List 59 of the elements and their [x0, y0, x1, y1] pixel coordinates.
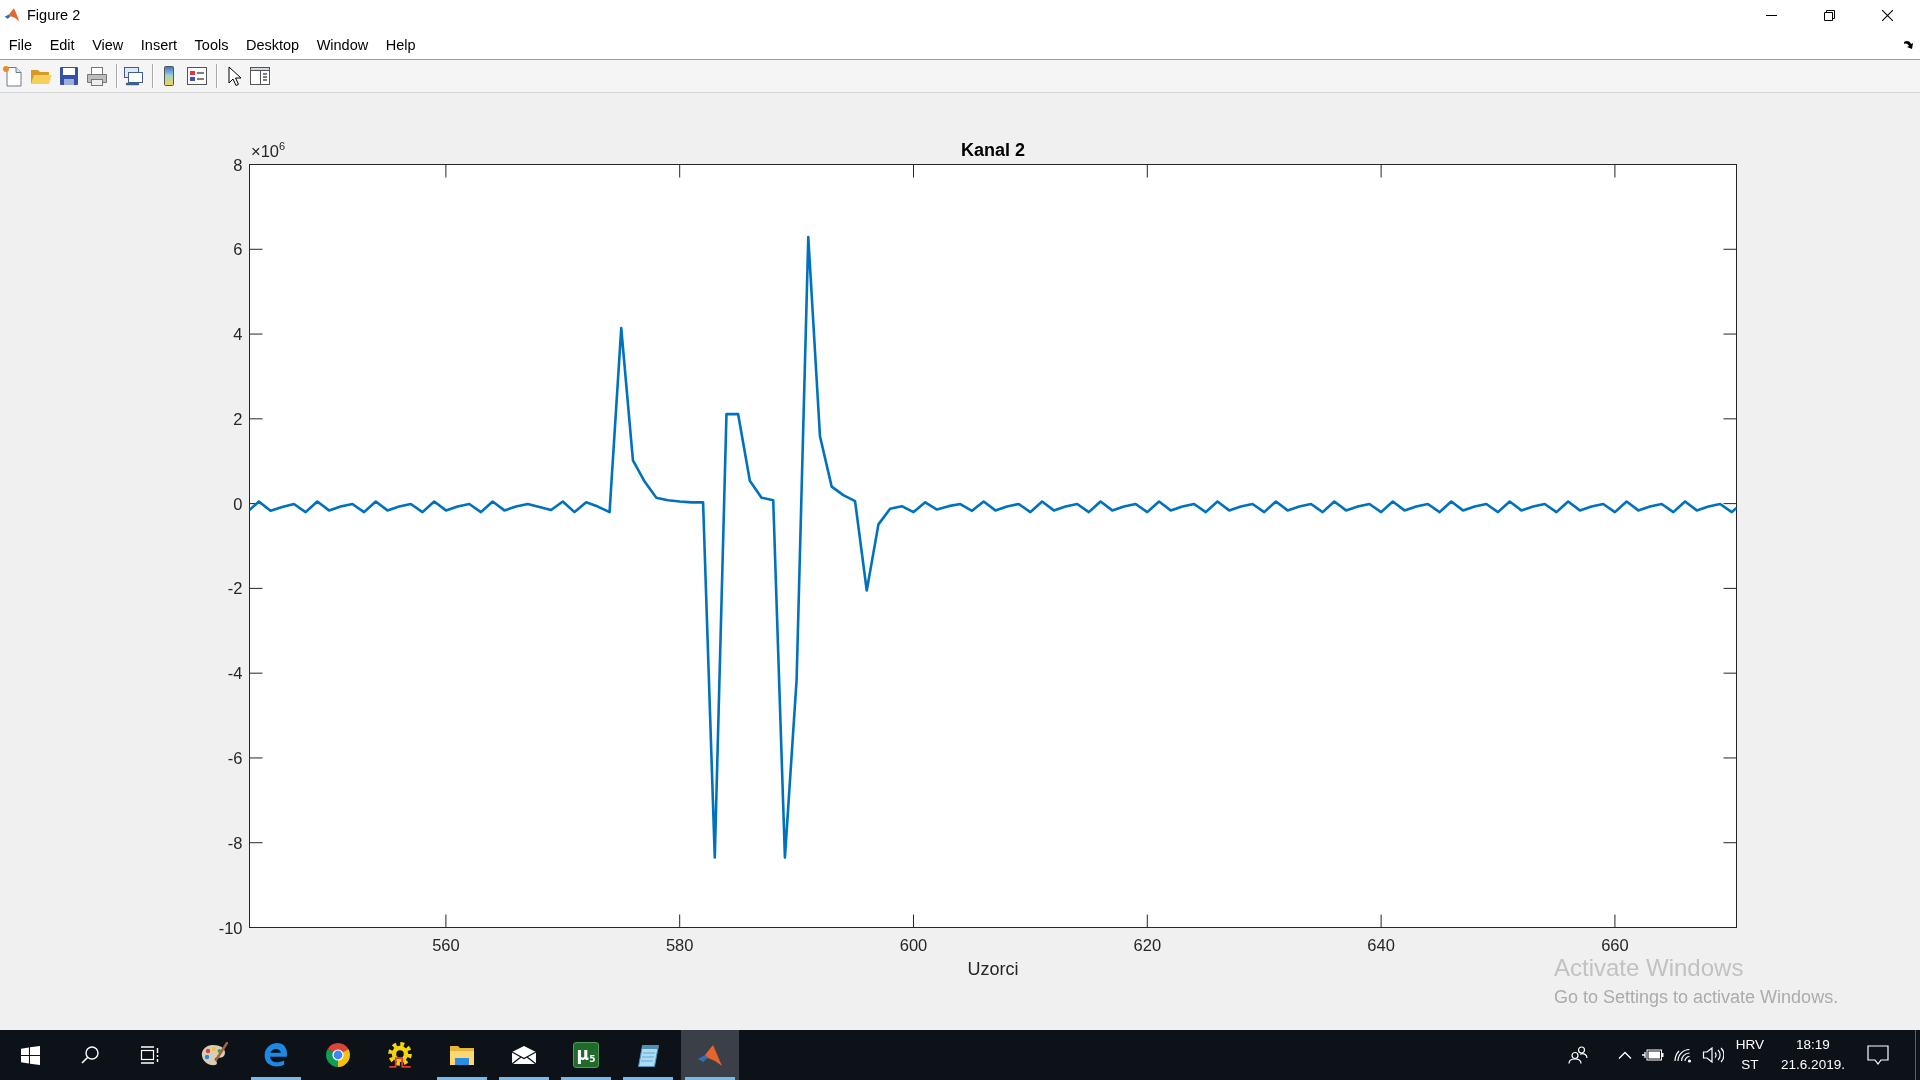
menu-item[interactable]: Help	[376, 33, 425, 56]
x-tick-label: 580	[665, 935, 694, 954]
y-tick-label: -4	[227, 664, 243, 683]
legend-icon[interactable]	[186, 65, 208, 87]
x-tick-label: 560	[432, 935, 460, 954]
task-view-icon[interactable]	[140, 1046, 160, 1064]
search-icon[interactable]	[81, 1046, 99, 1064]
y-tick-label: -10	[218, 918, 243, 937]
envelope-icon[interactable]	[511, 1045, 537, 1065]
printer-icon[interactable]	[86, 65, 108, 87]
peak-logo-icon	[4, 7, 20, 23]
clock-button[interactable]: 18:19 21.6.2019.	[1775, 1030, 1851, 1080]
close-icon[interactable]	[1881, 9, 1893, 21]
x-tick-label: 600	[899, 935, 928, 954]
activation-notice-text: Go to Settings to activate Windows.	[1554, 986, 1839, 1009]
gear-icon[interactable]	[386, 1041, 414, 1069]
y-tick-label: 2	[233, 409, 243, 428]
menu-item[interactable]: Desktop	[237, 33, 308, 56]
x-tick-label: 620	[1133, 935, 1162, 954]
wifi-icon[interactable]	[1674, 1047, 1692, 1063]
notification-icon[interactable]	[1867, 1045, 1889, 1065]
folder-icon[interactable]	[449, 1044, 475, 1066]
y-tick-label: 6	[233, 240, 243, 259]
panel-layout-icon[interactable]	[249, 65, 271, 87]
menu-item[interactable]: View	[83, 33, 133, 56]
chevron-up-icon[interactable]	[1618, 1051, 1632, 1059]
curved-arrow-icon[interactable]	[1904, 40, 1914, 49]
y-tick-label: 8	[233, 155, 243, 174]
menu-item[interactable]: Insert	[132, 33, 186, 56]
restore-icon[interactable]	[1823, 9, 1835, 21]
axis-multiplier-label: ×10$^{6}$	[251, 143, 286, 160]
letter-e-icon[interactable]	[263, 1042, 289, 1068]
menu-item[interactable]: Tools	[185, 33, 238, 56]
new-file-icon[interactable]	[2, 65, 24, 87]
linked-windows-icon[interactable]	[122, 65, 144, 87]
y-tick-label: -2	[227, 579, 243, 598]
x-tick-label: 660	[1601, 935, 1629, 954]
start-icon[interactable]	[20, 1045, 40, 1065]
battery-icon[interactable]	[1642, 1049, 1664, 1061]
people-icon[interactable]	[1568, 1046, 1588, 1064]
chart-title: Kanal 2	[961, 139, 1025, 160]
input-language-button[interactable]: HRV ST	[1730, 1030, 1770, 1080]
menu-item[interactable]: Edit	[40, 33, 84, 56]
x-axis-label: Uzorci	[967, 958, 1019, 979]
letter-tile[interactable]: µ$_{5}$	[573, 1042, 599, 1068]
speaker-icon[interactable]	[1702, 1047, 1724, 1063]
y-tick-label: -8	[227, 833, 243, 852]
y-tick-label: -6	[227, 748, 243, 767]
y-tick-label: 4	[233, 325, 243, 344]
paint-palette-icon[interactable]	[200, 1042, 228, 1068]
y-tick-label: 0	[233, 494, 243, 513]
minimize-icon[interactable]	[1765, 14, 1777, 16]
menu-item[interactable]: File	[0, 33, 41, 56]
x-tick-label: 640	[1367, 935, 1395, 954]
menu-item[interactable]: Window	[307, 33, 377, 56]
notepad-icon[interactable]	[636, 1042, 660, 1068]
segmented-circle-icon[interactable]	[325, 1042, 351, 1068]
window-title: Figure 2	[27, 7, 81, 23]
peak-logo-icon[interactable]	[697, 1043, 723, 1067]
